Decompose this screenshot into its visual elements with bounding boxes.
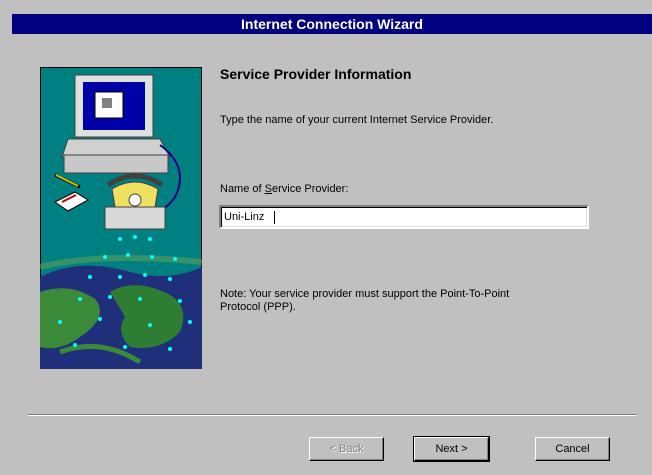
service-provider-field[interactable]: [219, 205, 589, 229]
label-accelerator: S: [264, 183, 272, 195]
wizard-illustration: [40, 67, 202, 369]
ppp-note: Note: Your service provider must support…: [220, 288, 510, 313]
instruction-text: Type the name of your current Internet S…: [220, 114, 494, 126]
cancel-button[interactable]: Cancel: [535, 437, 610, 461]
back-button[interactable]: < Back: [309, 437, 384, 461]
window-title: Internet Connection Wizard: [241, 16, 423, 32]
button-separator: [28, 414, 637, 416]
page-heading: Service Provider Information: [220, 66, 412, 82]
text-caret: [274, 211, 275, 224]
window-title-bar[interactable]: Internet Connection Wizard: [12, 14, 652, 34]
label-prefix: Name of: [220, 183, 265, 195]
next-button[interactable]: Next >: [413, 436, 490, 462]
service-provider-input[interactable]: [224, 208, 564, 226]
service-provider-label: Name of Service Provider:: [220, 183, 348, 195]
label-rest: ervice Provider:: [271, 183, 349, 195]
